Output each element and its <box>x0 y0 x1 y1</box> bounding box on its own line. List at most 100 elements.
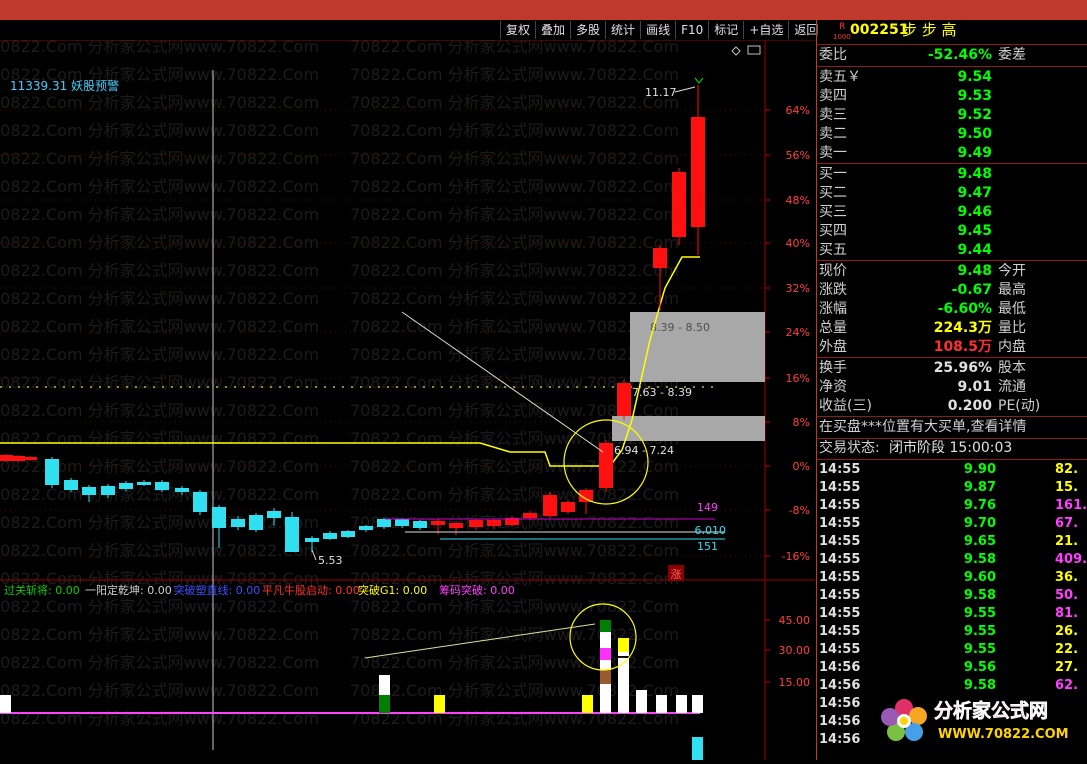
fund-row-0-label2: 股本 <box>998 360 1026 376</box>
label-6010: 6.010 <box>695 524 727 537</box>
candle-body <box>617 383 631 416</box>
toolbar-button-1[interactable]: 叠加 <box>535 21 570 39</box>
chart-canvas[interactable]: 70822.Com 分析家公式网www.70822.Com 70822.Com 分… <box>0 37 815 760</box>
indicator-bar <box>600 620 611 632</box>
buy-row-2: 买二 9.47 <box>817 184 1087 203</box>
high-pointer <box>674 86 696 93</box>
candle-body <box>64 480 78 490</box>
pct-tick-label: -8% <box>789 504 810 517</box>
toolbar-button-7[interactable]: +自选 <box>743 21 788 39</box>
tick-time: 14:56 <box>819 732 861 747</box>
stock-header: R 1000 002251 步 步 高 <box>817 20 1087 41</box>
index-label: 11339.31 妖股预警 <box>10 78 119 93</box>
quote-row-0-label2: 今开 <box>998 263 1026 279</box>
tick-volume: 82. <box>1055 462 1079 477</box>
candle-body <box>137 482 151 485</box>
quote-row-4: 外盘 108.5万 内盘 <box>817 338 1087 357</box>
toolbar-button-3[interactable]: 统计 <box>605 21 640 39</box>
candle-body <box>413 521 427 528</box>
candle-body <box>431 521 445 525</box>
trade-state-value: 闭市阶段 15:00:03 <box>889 440 1013 456</box>
indicator-bar <box>582 695 593 713</box>
watermark-text: 70822.Com 分析家公式网www.70822.Com <box>350 40 679 56</box>
watermark-text: 70822.Com 分析家公式网www.70822.Com <box>0 709 319 728</box>
indicator-bar <box>379 675 390 695</box>
tick-time: 14:56 <box>819 696 861 711</box>
buy-row-5: 买五 9.44 <box>817 241 1087 260</box>
tick-time: 14:55 <box>819 588 861 603</box>
indicator-legend-1: 一阳定乾坤: 0.00 <box>85 583 172 597</box>
logo-url: WWW.70822.COM <box>938 727 1069 742</box>
toolbar-button-4[interactable]: 画线 <box>640 21 675 39</box>
sell-row-3-value: 9.52 <box>957 107 992 123</box>
buy-row-1: 买一 9.48 <box>817 165 1087 184</box>
sell-row-2: 卖二 9.50 <box>817 125 1087 144</box>
toolbar-button-0[interactable]: 复权 <box>500 21 535 39</box>
tick-price: 9.90 <box>963 462 996 477</box>
watermark-text: 70822.Com 分析家公式网www.70822.Com <box>350 177 679 196</box>
buy-row-2-label: 买二 <box>819 185 847 201</box>
tick-time: 14:55 <box>819 606 861 621</box>
tick-time: 14:56 <box>819 714 861 729</box>
zone-lower <box>612 416 765 441</box>
watermark-text: 70822.Com 分析家公式网www.70822.Com <box>350 457 679 476</box>
quote-row-1: 涨跌 -0.67 最高 <box>817 281 1087 300</box>
low-label: 5.53 <box>318 554 343 567</box>
toolbar-button-6[interactable]: 标记 <box>708 21 743 39</box>
pct-tick-label: 56% <box>786 149 810 162</box>
tick-volume: 22. <box>1055 642 1079 657</box>
sell-row-1: 卖一 9.49 <box>817 144 1087 163</box>
candle-body <box>193 492 207 512</box>
kline-chart[interactable]: 70822.Com 分析家公式网www.70822.Com 70822.Com 分… <box>0 37 815 760</box>
watermark-text: 70822.Com 分析家公式网www.70822.Com <box>350 597 679 616</box>
zone-upper-label: 8.39 - 8.50 <box>650 321 710 334</box>
fund-row-0: 换手 25.96% 股本 <box>817 359 1087 378</box>
toolbar-button-5[interactable]: F10 <box>675 21 708 39</box>
pct-tick-label: 0% <box>793 460 810 473</box>
site-logo: 分析家公式网 WWW.70822.COM <box>881 699 1069 742</box>
big-order-notice[interactable]: 在买盘***位置有大买单,查看详情 <box>817 418 1087 437</box>
tick-time: 14:55 <box>819 498 861 513</box>
watermark-text: 70822.Com 分析家公式网www.70822.Com <box>350 345 679 364</box>
candle-body <box>449 523 463 528</box>
watermark-text: 70822.Com 分析家公式网www.70822.Com <box>0 317 319 336</box>
quote-row-0-label: 现价 <box>819 263 847 279</box>
buy-row-1-value: 9.48 <box>957 166 992 182</box>
sell-row-1-value: 9.49 <box>957 145 992 161</box>
watermark-text: 70822.Com 分析家公式网www.70822.Com <box>0 597 319 616</box>
indicator-bar <box>692 695 703 713</box>
buy-row-4: 买四 9.45 <box>817 222 1087 241</box>
tick-time: 14:55 <box>819 462 861 477</box>
watermark-text: 70822.Com 分析家公式网www.70822.Com <box>0 681 319 700</box>
tick-price: 9.65 <box>963 534 996 549</box>
watermark-text: 70822.Com 分析家公式网www.70822.Com <box>0 653 319 672</box>
watermark-text: 70822.Com 分析家公式网www.70822.Com <box>350 149 679 168</box>
watermark-text: 70822.Com 分析家公式网www.70822.Com <box>350 65 679 84</box>
buy-row-4-label: 买四 <box>819 223 847 239</box>
candle-body <box>155 482 169 490</box>
indicator-legend-5: 筹码突破: 0.00 <box>439 583 515 597</box>
tick-time: 14:55 <box>819 642 861 657</box>
buy-row-5-label: 买五 <box>819 242 847 258</box>
fund-row-0-value: 25.96% <box>933 360 992 376</box>
tick-price: 9.58 <box>963 588 996 603</box>
indicator-bar <box>618 658 629 713</box>
chart-toolbar: 复权 叠加 多股 统计 画线 F10 标记 +自选 返回 <box>500 21 823 39</box>
tick-volume: 15. <box>1055 480 1079 495</box>
buy-row-3-label: 买三 <box>819 204 847 220</box>
tick-price: 9.55 <box>963 606 996 621</box>
quote-row-1-label: 涨跌 <box>819 282 847 298</box>
candle-body <box>267 511 281 518</box>
tick-row: 14:55 9.58 409. <box>817 551 1087 569</box>
tick-time: 14:55 <box>819 480 861 495</box>
fund-row-2-label: 收益(三) <box>819 398 872 414</box>
toolbar-button-2[interactable]: 多股 <box>570 21 605 39</box>
tick-row: 14:55 9.55 26. <box>817 623 1087 641</box>
watermark-text: 70822.Com 分析家公式网www.70822.Com <box>0 541 319 560</box>
indicator-bar <box>676 695 687 713</box>
tick-volume: 81. <box>1055 606 1079 621</box>
candle-body <box>543 495 557 516</box>
tick-volume: 161. <box>1055 498 1087 513</box>
quote-row-3-label: 总量 <box>819 320 847 336</box>
watermark-text: 70822.Com 分析家公式网www.70822.Com <box>350 261 679 280</box>
